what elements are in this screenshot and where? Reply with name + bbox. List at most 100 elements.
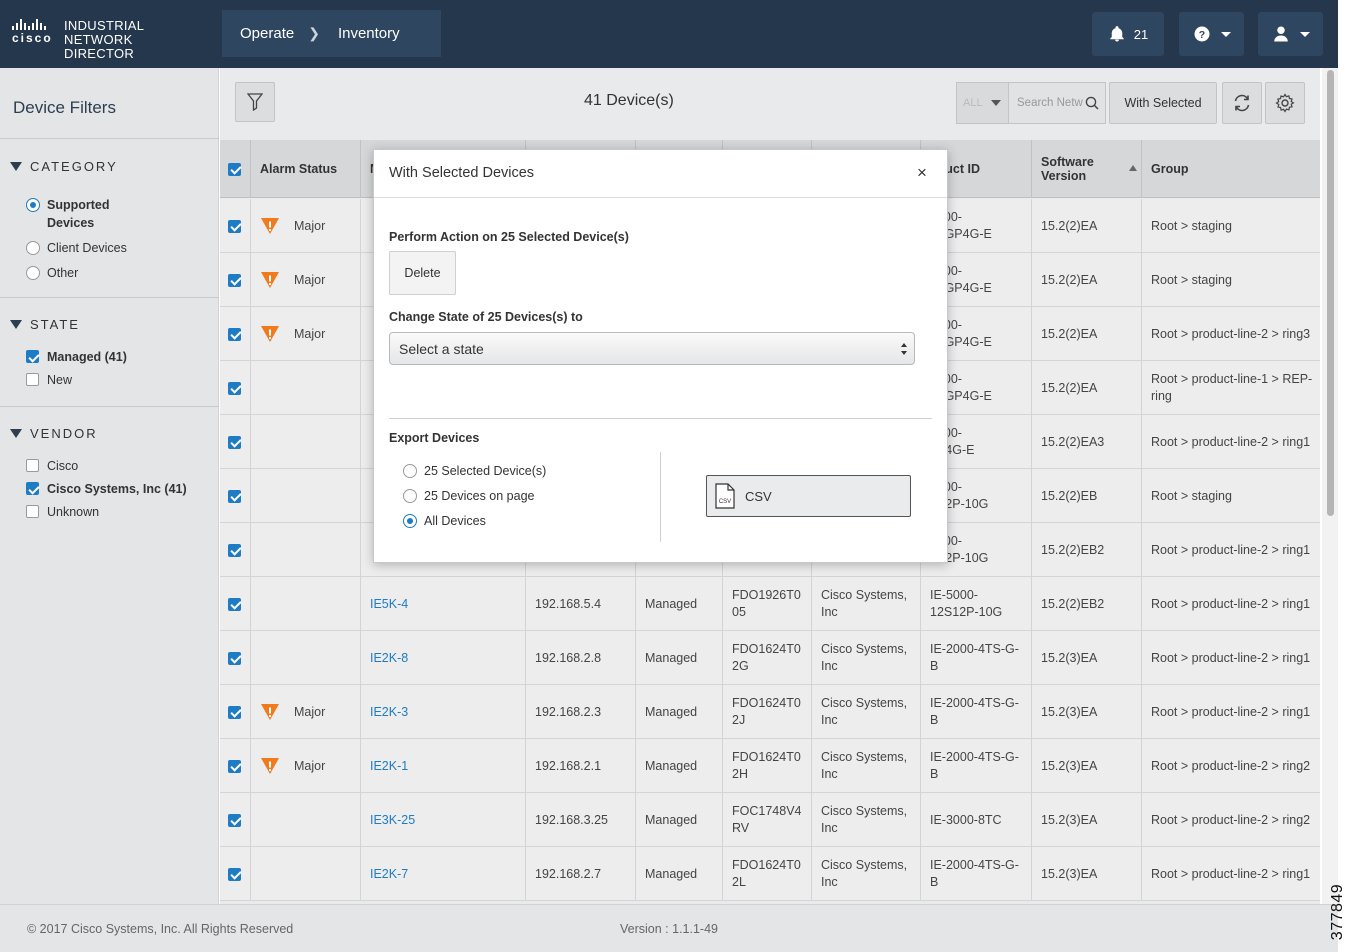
radio-button[interactable] xyxy=(403,514,417,528)
serial-cell: FDO1624T0 2J xyxy=(723,685,812,739)
filter-label: Other xyxy=(47,266,79,280)
state-select[interactable]: Select a state xyxy=(389,332,915,365)
sw-cell: 15.2(3)EA xyxy=(1032,793,1142,847)
row-checkbox[interactable] xyxy=(228,219,241,233)
divider xyxy=(389,418,932,419)
notifications-button[interactable]: 21 xyxy=(1092,12,1164,56)
row-checkbox[interactable] xyxy=(228,813,241,827)
breadcrumb: Operate ❯ Inventory xyxy=(222,10,441,57)
breadcrumb-inventory[interactable]: Inventory xyxy=(338,25,400,42)
select-all-checkbox[interactable] xyxy=(228,162,241,176)
inventory-toolbar: 41 Device(s) ALL Search Netw With Select… xyxy=(220,68,1320,140)
row-checkbox[interactable] xyxy=(228,489,241,503)
name-cell[interactable]: IE2K-3 xyxy=(361,685,526,739)
row-checkbox[interactable] xyxy=(228,705,241,719)
export-csv-button[interactable]: CSV CSV xyxy=(706,475,911,517)
checkbox[interactable] xyxy=(26,505,39,518)
refresh-button[interactable] xyxy=(1222,82,1262,124)
name-cell[interactable]: IE5K-4 xyxy=(361,577,526,631)
export-page-option[interactable]: 25 Devices on page xyxy=(403,489,535,503)
filter-supported-devices[interactable]: Supported Devices xyxy=(26,196,110,232)
user-menu-button[interactable] xyxy=(1258,12,1323,56)
row-checkbox[interactable] xyxy=(228,543,241,557)
warning-icon xyxy=(261,218,279,234)
breadcrumb-operate[interactable]: Operate xyxy=(240,25,294,42)
footer: © 2017 Cisco Systems, Inc. All Rights Re… xyxy=(0,904,1338,952)
group-cell: Root > product-line-2 > ring1 xyxy=(1151,542,1311,557)
row-checkbox[interactable] xyxy=(228,435,241,449)
search-input[interactable]: Search Netw xyxy=(1008,82,1106,124)
radio-button[interactable] xyxy=(403,489,417,503)
group-cell: Root > product-line-2 > ring1 xyxy=(1151,596,1311,611)
sw-cell: 15.2(3)EA xyxy=(1032,739,1142,793)
filter-other[interactable]: Other xyxy=(26,264,78,282)
col-group[interactable]: Group xyxy=(1142,140,1320,198)
category-heading: CATEGORY xyxy=(30,159,118,174)
refresh-icon xyxy=(1234,94,1250,112)
settings-button[interactable] xyxy=(1265,82,1305,124)
col-alarm-status[interactable]: Alarm Status xyxy=(251,140,361,198)
filter-client-devices[interactable]: Client Devices xyxy=(26,239,127,257)
radio-button[interactable] xyxy=(26,241,40,255)
name-cell[interactable]: IE3K-25 xyxy=(361,793,526,847)
table-row[interactable]: IE2K-7 192.168.2.7 Managed FDO1624T0 2L Cisco… xyxy=(220,847,1320,901)
filter-label: New xyxy=(47,373,73,387)
row-checkbox[interactable] xyxy=(228,867,241,881)
checkbox[interactable] xyxy=(26,482,39,495)
vendor-section-toggle[interactable]: VENDOR xyxy=(10,426,98,441)
checkbox[interactable] xyxy=(26,459,39,472)
name-cell[interactable]: IE2K-8 xyxy=(361,631,526,685)
table-row[interactable]: IE5K-4 192.168.5.4 Managed FDO1926T0 05 Cisco… xyxy=(220,577,1320,631)
vendor-cell: Cisco Systems, Inc xyxy=(812,847,921,901)
help-menu-button[interactable]: ? xyxy=(1179,12,1244,56)
row-checkbox[interactable] xyxy=(228,381,241,395)
radio-button[interactable] xyxy=(26,266,40,280)
vertical-scrollbar[interactable] xyxy=(1322,68,1338,904)
chevron-down-icon xyxy=(990,100,1001,106)
alarm-status: Major xyxy=(294,272,326,287)
row-checkbox[interactable] xyxy=(228,597,241,611)
row-checkbox[interactable] xyxy=(228,759,241,773)
with-selected-button[interactable]: With Selected xyxy=(1109,82,1217,124)
scrollbar-thumb[interactable] xyxy=(1327,70,1334,516)
close-icon[interactable]: × xyxy=(917,164,931,182)
filter-toggle-button[interactable] xyxy=(235,82,275,122)
table-row[interactable]: IE3K-25 192.168.3.25 Managed FOC1748V4 RV Cis… xyxy=(220,793,1320,847)
export-selected-option[interactable]: 25 Selected Device(s) xyxy=(403,464,546,478)
state-section-toggle[interactable]: STATE xyxy=(10,317,80,332)
filter-managed[interactable]: Managed (41) xyxy=(26,348,127,366)
sort-ascending-icon xyxy=(1129,165,1137,171)
row-checkbox[interactable] xyxy=(228,651,241,665)
filter-vendor-cisco[interactable]: Cisco xyxy=(26,457,78,475)
copyright: © 2017 Cisco Systems, Inc. All Rights Re… xyxy=(27,922,294,936)
pid-cell: IE-2000-4TS-G- B xyxy=(921,739,1032,793)
table-row[interactable]: IE2K-8 192.168.2.8 Managed FDO1624T0 2G Cisco… xyxy=(220,631,1320,685)
row-checkbox[interactable] xyxy=(228,327,241,341)
radio-button[interactable] xyxy=(26,198,40,212)
checkbox[interactable] xyxy=(26,350,39,363)
filter-vendor-unknown[interactable]: Unknown xyxy=(26,503,99,521)
row-checkbox[interactable] xyxy=(228,273,241,287)
search-scope-select[interactable]: ALL xyxy=(956,82,1009,124)
filter-vendor-cisco-systems[interactable]: Cisco Systems, Inc (41) xyxy=(26,480,187,498)
sw-cell: 15.2(2)EA xyxy=(1032,361,1142,415)
radio-button[interactable] xyxy=(403,464,417,478)
export-all-option[interactable]: All Devices xyxy=(403,514,486,528)
col-software-version-label: Software Version xyxy=(1041,155,1094,183)
version: Version : 1.1.1-49 xyxy=(620,922,718,936)
col-software-version[interactable]: Software Version xyxy=(1032,140,1142,198)
group-cell: Root > staging xyxy=(1151,488,1232,503)
checkbox[interactable] xyxy=(26,373,39,386)
table-row[interactable]: Major IE2K-1 192.168.2.1 Managed FDO1624T0 2H… xyxy=(220,739,1320,793)
category-section-toggle[interactable]: CATEGORY xyxy=(10,159,118,174)
name-cell[interactable]: IE2K-1 xyxy=(361,739,526,793)
divider xyxy=(0,138,219,139)
delete-button[interactable]: Delete xyxy=(389,251,456,295)
row-checkbox-cell xyxy=(220,577,251,631)
name-cell[interactable]: IE2K-7 xyxy=(361,847,526,901)
filter-label: Cisco xyxy=(47,459,79,473)
row-checkbox-cell xyxy=(220,307,251,361)
filter-new[interactable]: New xyxy=(26,371,72,389)
table-row[interactable]: Major IE2K-3 192.168.2.3 Managed FDO1624T0 2J… xyxy=(220,685,1320,739)
row-checkbox-cell xyxy=(220,253,251,307)
